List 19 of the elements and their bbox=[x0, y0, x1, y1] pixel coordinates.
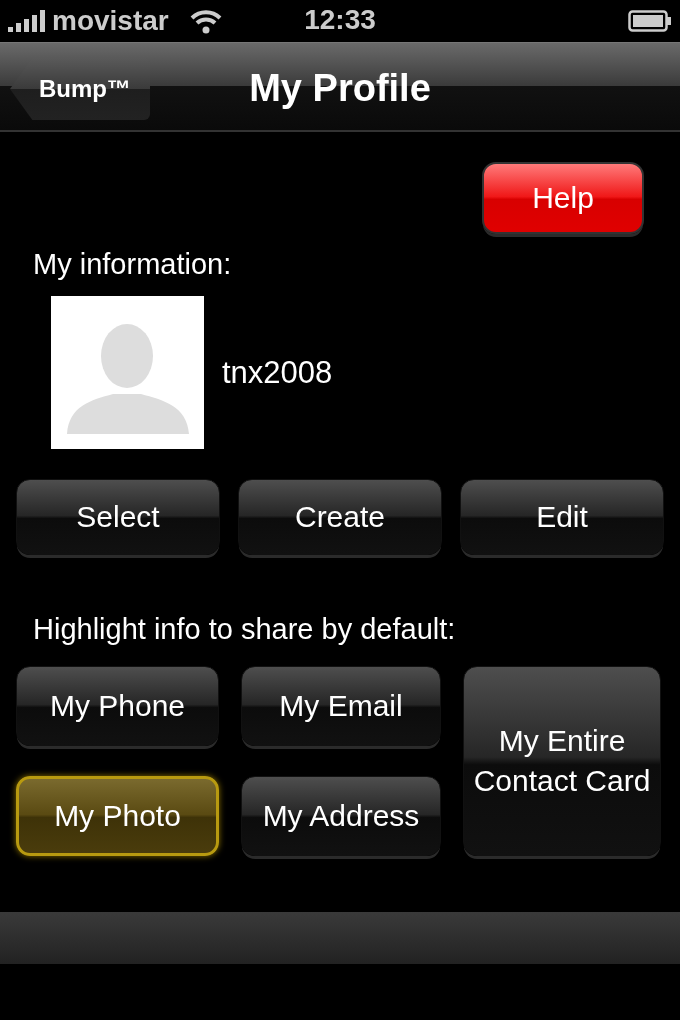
clock-time: 12:33 bbox=[304, 4, 376, 36]
photo-action-button[interactable]: Create bbox=[238, 479, 442, 555]
section-heading: My information: bbox=[33, 248, 232, 281]
help-button[interactable]: Help bbox=[482, 162, 644, 234]
share-option-button[interactable]: My Phone bbox=[16, 666, 219, 746]
share-option-button[interactable]: My Photo bbox=[16, 776, 219, 856]
carrier-name: movistar bbox=[52, 5, 169, 37]
username: tnx2008 bbox=[222, 354, 333, 391]
avatar-icon bbox=[51, 296, 204, 449]
section-heading: Highlight info to share by default: bbox=[33, 613, 456, 646]
battery-icon bbox=[628, 10, 672, 32]
share-option-button[interactable]: My Entire Contact Card bbox=[463, 666, 661, 856]
screen-title: My Profile bbox=[249, 67, 431, 110]
photo-action-button[interactable]: Edit bbox=[460, 479, 664, 555]
share-option-button[interactable]: My Address bbox=[241, 776, 441, 856]
signal-icon bbox=[8, 10, 48, 32]
share-option-button[interactable]: My Email bbox=[241, 666, 441, 746]
wifi-icon bbox=[188, 8, 223, 34]
photo-action-button[interactable]: Select bbox=[16, 479, 220, 555]
